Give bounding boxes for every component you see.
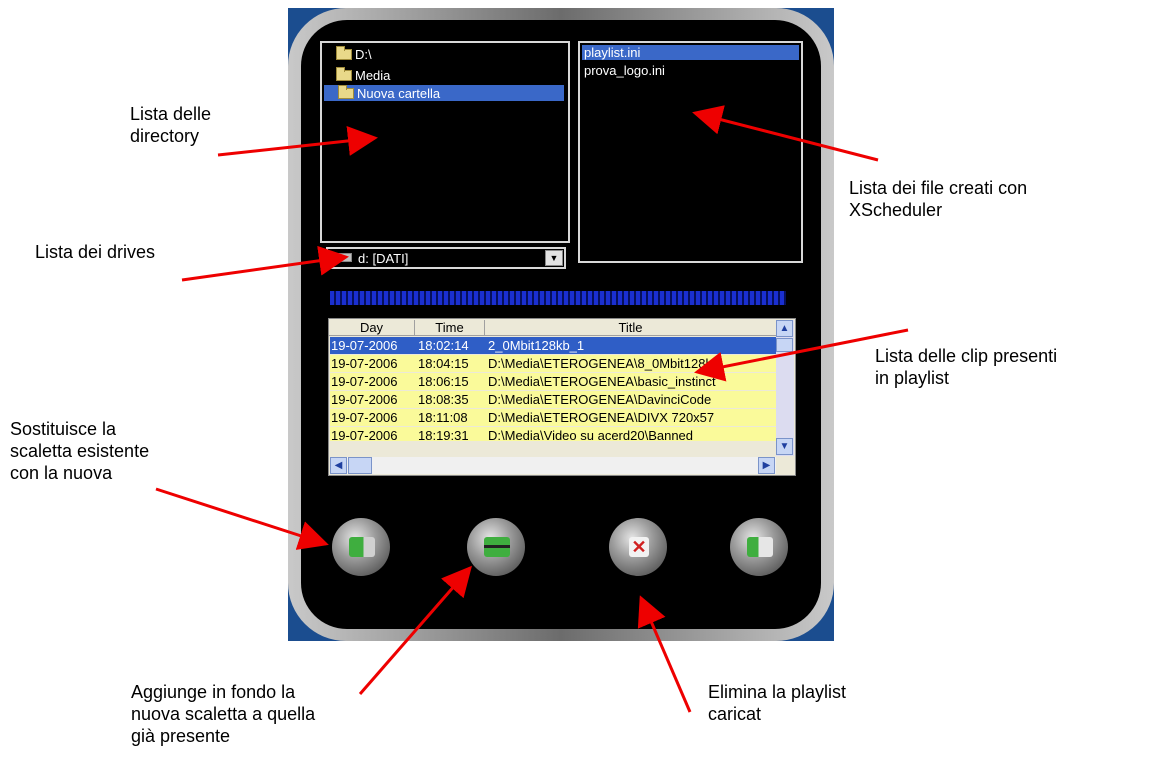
- arrow-append: [358, 565, 472, 695]
- arrow-drives: [181, 245, 349, 282]
- arrow-directory-list: [217, 125, 378, 157]
- annotation-arrows: [155, 105, 909, 713]
- arrow-file-list: [692, 105, 879, 162]
- arrow-replace: [155, 487, 329, 550]
- arrow-clips: [694, 328, 909, 382]
- arrow-delete: [637, 595, 692, 713]
